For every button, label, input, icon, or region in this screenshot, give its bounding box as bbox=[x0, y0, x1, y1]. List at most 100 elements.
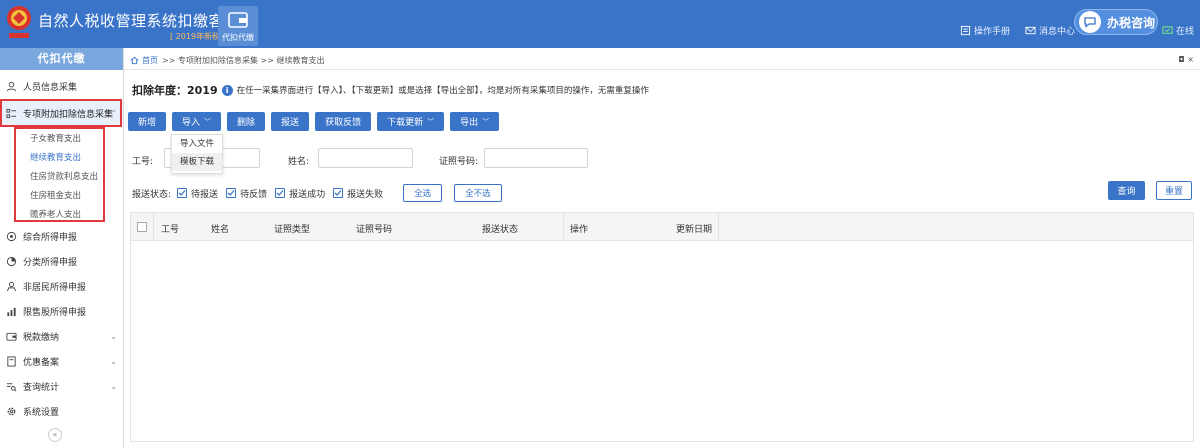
online-link[interactable]: 在线 bbox=[1162, 24, 1194, 37]
sub-item-continuing-education[interactable]: 继续教育支出 bbox=[30, 151, 81, 163]
col-id-no[interactable]: 证照号码 bbox=[356, 222, 392, 235]
message-center-link[interactable]: 消息中心 bbox=[1025, 24, 1075, 37]
sidebar-item-classified-income[interactable]: 分类所得申报 bbox=[0, 249, 123, 274]
get-feedback-label: 获取反馈 bbox=[325, 118, 362, 128]
download-update-label: 下载更新 bbox=[387, 118, 424, 128]
query-button[interactable]: 查询 bbox=[1108, 181, 1145, 200]
select-none-button[interactable]: 全不选 bbox=[454, 184, 502, 202]
import-button[interactable]: 导入 ﹀ bbox=[172, 112, 222, 131]
delete-button-label: 删除 bbox=[237, 118, 256, 128]
info-row: 扣除年度：2019 i 在任一采集界面进行【导入】、【下载更新】或是选择【导出全… bbox=[132, 82, 649, 98]
sub-item-mortgage-interest[interactable]: 住房贷款利息支出 bbox=[30, 170, 98, 182]
sidebar-item-personnel[interactable]: 人员信息采集 bbox=[0, 74, 123, 99]
table-header: 工号 姓名 证照类型 证照号码 报送状态 操作 更新日期 bbox=[131, 213, 1193, 241]
delete-button[interactable]: 删除 bbox=[227, 112, 266, 131]
export-button[interactable]: 导出 ﹀ bbox=[450, 112, 500, 131]
sub-item-housing-rent[interactable]: 住房租金支出 bbox=[30, 189, 81, 201]
add-button[interactable]: 新增 bbox=[128, 112, 167, 131]
online-link-label: 在线 bbox=[1176, 27, 1195, 37]
sidebar-item-restricted-shares[interactable]: 限售股所得申报 bbox=[0, 299, 123, 324]
tax-consult-button[interactable]: 办税咨询 bbox=[1074, 9, 1158, 35]
sidebar-item-tax-payment[interactable]: 税款缴纳 ⌄ bbox=[0, 324, 123, 349]
window-controls[interactable]: ◘ × bbox=[1178, 55, 1194, 64]
import-dropdown-menu: 导入文件 模板下载 bbox=[171, 134, 223, 174]
sidebar-item-preferential-filing[interactable]: 优惠备案 ⌄ bbox=[0, 349, 123, 374]
id-no-input[interactable] bbox=[484, 148, 588, 168]
sidebar-item-label: 非居民所得申报 bbox=[23, 283, 87, 293]
search-list-icon bbox=[6, 383, 17, 392]
tax-consult-label: 办税咨询 bbox=[1107, 15, 1156, 30]
sidebar-item-label: 综合所得申报 bbox=[23, 233, 78, 243]
menu-item-import-file[interactable]: 导入文件 bbox=[172, 135, 222, 153]
sidebar-item-label: 查询统计 bbox=[23, 383, 60, 393]
reset-button[interactable]: 重置 bbox=[1156, 181, 1192, 200]
pie-icon bbox=[6, 256, 17, 267]
module-tab-withholding[interactable]: 代扣代缴 bbox=[218, 6, 258, 46]
deduction-year: 扣除年度：2019 bbox=[132, 84, 218, 97]
sub-item-elderly-support[interactable]: 赡养老人支出 bbox=[30, 208, 81, 220]
checkbox-checked-icon[interactable] bbox=[177, 188, 188, 198]
name-input[interactable] bbox=[318, 148, 413, 168]
breadcrumb-home-label: 首页 bbox=[142, 56, 158, 65]
name-label: 姓名: bbox=[288, 157, 310, 167]
module-tab-label: 代扣代缴 bbox=[222, 33, 254, 42]
checkbox-checked-icon[interactable] bbox=[333, 188, 344, 198]
toolbar: 新增 导入 ﹀ 删除 报送 获取反馈 下载更新 ﹀ 导出 ﹀ bbox=[128, 112, 500, 131]
status-option-label: 待报送 bbox=[191, 189, 219, 200]
menu-item-template-download[interactable]: 模板下载 bbox=[172, 153, 222, 171]
sidebar-item-label: 税款缴纳 bbox=[23, 333, 60, 343]
checkbox-checked-icon[interactable] bbox=[275, 188, 286, 198]
manual-link[interactable]: 操作手册 bbox=[960, 24, 1010, 37]
info-icon: i bbox=[221, 84, 233, 96]
highlight-box-menu bbox=[0, 99, 122, 127]
status-pending-feedback[interactable]: 待反馈 bbox=[226, 187, 267, 200]
submit-button-label: 报送 bbox=[281, 118, 300, 128]
sidebar-item-query-statistics[interactable]: 查询统计 ⌄ bbox=[0, 374, 123, 399]
download-update-button[interactable]: 下载更新 ﹀ bbox=[377, 112, 445, 131]
reset-button-label: 重置 bbox=[1164, 187, 1183, 197]
get-feedback-button[interactable]: 获取反馈 bbox=[315, 112, 372, 131]
sidebar-collapse-button[interactable]: « bbox=[48, 428, 62, 442]
column-divider bbox=[153, 213, 154, 241]
col-update-date[interactable]: 更新日期 bbox=[676, 222, 712, 235]
select-all-checkbox[interactable] bbox=[137, 222, 147, 232]
manual-link-label: 操作手册 bbox=[974, 27, 1011, 37]
breadcrumb-home[interactable]: 首页 bbox=[130, 55, 158, 66]
sidebar-item-system-settings[interactable]: 系统设置 bbox=[0, 399, 123, 424]
user-icon bbox=[6, 281, 17, 292]
col-id-type[interactable]: 证照类型 bbox=[274, 222, 310, 235]
status-option-label: 报送成功 bbox=[289, 189, 326, 200]
job-no-label: 工号: bbox=[132, 157, 154, 167]
mail-icon bbox=[1025, 26, 1036, 35]
col-job-no[interactable]: 工号 bbox=[161, 222, 179, 235]
sidebar-item-nonresident-income[interactable]: 非居民所得申报 bbox=[0, 274, 123, 299]
col-actions[interactable]: 操作 bbox=[570, 222, 588, 235]
select-none-label: 全不选 bbox=[465, 189, 491, 199]
breadcrumb-path: >> 专项附加扣除信息采集 >> 继续教育支出 bbox=[162, 56, 325, 65]
sidebar-item-label: 限售股所得申报 bbox=[23, 308, 87, 318]
bar-chart-icon bbox=[7, 307, 16, 317]
status-submit-failed[interactable]: 报送失败 bbox=[333, 187, 383, 200]
sidebar-item-label: 人员信息采集 bbox=[23, 83, 78, 93]
chevron-down-icon: ﹀ bbox=[204, 117, 212, 126]
chat-bubble-icon bbox=[1079, 11, 1101, 33]
sidebar: 代扣代缴 人员信息采集 专项附加扣除信息采集 ⌃ 子女教育支出 继续教育支出 住… bbox=[0, 48, 124, 448]
sidebar-item-comprehensive-income[interactable]: 综合所得申报 bbox=[0, 224, 123, 249]
checkbox-checked-icon[interactable] bbox=[226, 188, 237, 198]
chevron-down-icon: ⌄ bbox=[110, 332, 117, 341]
breadcrumb: 首页 >> 专项附加扣除信息采集 >> 继续教育支出 ◘ × bbox=[124, 52, 1200, 70]
sub-item-child-education[interactable]: 子女教育支出 bbox=[30, 132, 81, 144]
column-divider bbox=[563, 213, 564, 241]
select-all-button[interactable]: 全选 bbox=[403, 184, 443, 202]
submit-button[interactable]: 报送 bbox=[271, 112, 310, 131]
chevron-down-icon: ﹀ bbox=[427, 117, 435, 126]
col-submit-status[interactable]: 报送状态 bbox=[482, 222, 518, 235]
status-label: 报送状态: bbox=[132, 189, 172, 200]
gear-circle-icon bbox=[6, 231, 17, 242]
status-option-label: 待反馈 bbox=[240, 189, 268, 200]
book-icon bbox=[960, 25, 971, 36]
col-name[interactable]: 姓名 bbox=[211, 222, 229, 235]
status-submit-success[interactable]: 报送成功 bbox=[275, 187, 325, 200]
status-pending-submit[interactable]: 待报送 bbox=[177, 187, 218, 200]
add-button-label: 新增 bbox=[138, 118, 157, 128]
